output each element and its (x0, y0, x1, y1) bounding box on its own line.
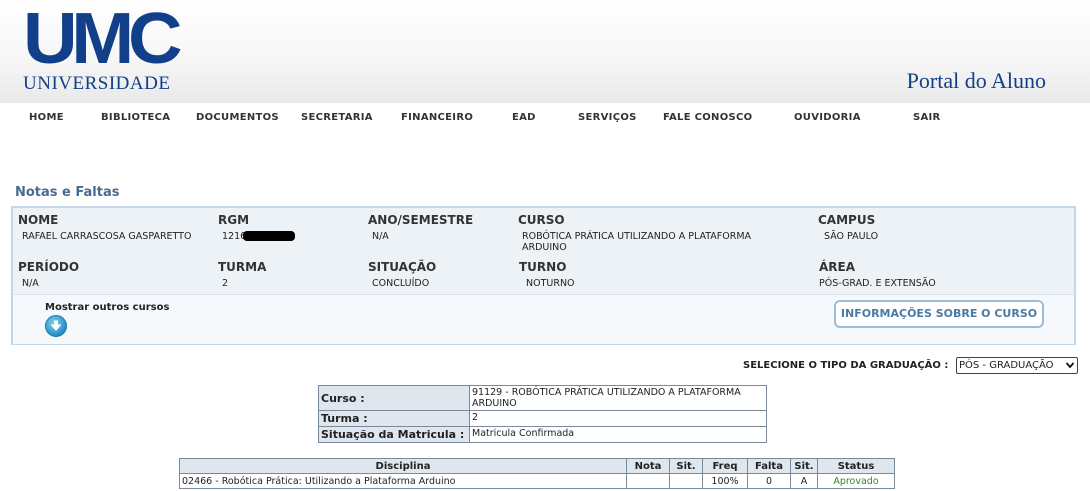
arrow-down-glyph (50, 320, 62, 331)
ano-semestre-value: N/A (372, 231, 389, 242)
curso-cell-label: Curso : (318, 385, 470, 411)
col-sit-2: Sit. (790, 458, 818, 474)
col-freq: Freq (702, 458, 748, 474)
nav-documentos[interactable]: DOCUMENTOS (196, 112, 279, 123)
col-status: Status (817, 458, 895, 474)
area-value: PÓS-GRAD. E EXTENSÃO (819, 278, 936, 289)
cell-status: Aprovado (817, 473, 895, 489)
turno-label: TURNO (519, 260, 567, 274)
nav-ouvidoria[interactable]: OUVIDORIA (794, 112, 861, 123)
cell-sit (669, 473, 703, 489)
course-summary-table: Curso : 91129 - ROBÓTICA PRÁTICA UTILIZA… (318, 385, 767, 443)
periodo-value: N/A (22, 278, 39, 289)
curso-label: CURSO (518, 213, 565, 227)
rgm-redaction (243, 231, 295, 241)
campus-label: CAMPUS (818, 213, 876, 227)
grad-type-select[interactable]: PÓS - GRADUAÇÃO (956, 357, 1078, 374)
col-sit: Sit. (669, 458, 703, 474)
cell-disciplina: 02466 - Robótica Prática: Utilizando a P… (179, 473, 627, 489)
course-actions-bar: Mostrar outros cursos INFORMAÇÕES SOBRE … (13, 294, 1074, 344)
table-row: Turma : 2 (318, 410, 767, 427)
nav-sair[interactable]: SAIR (913, 112, 941, 123)
cell-freq: 100% (702, 473, 748, 489)
nav-ead[interactable]: EAD (512, 112, 536, 123)
main-nav: HOME BIBLIOTECA DOCUMENTOS SECRETARIA FI… (0, 103, 1090, 131)
curso-cell-value: 91129 - ROBÓTICA PRÁTICA UTILIZANDO A PL… (469, 385, 767, 411)
nome-value: RAFAEL CARRASCOSA GASPARETTO (22, 231, 192, 242)
periodo-label: PERÍODO (18, 260, 80, 274)
cell-nota (626, 473, 670, 489)
col-nota: Nota (626, 458, 670, 474)
nav-biblioteca[interactable]: BIBLIOTECA (101, 112, 170, 123)
situacao-label: SITUAÇÃO (368, 260, 437, 274)
nav-servicos[interactable]: SERVIÇOS (578, 112, 637, 123)
course-info-button[interactable]: INFORMAÇÕES SOBRE O CURSO (834, 300, 1044, 328)
grad-type-label: SELECIONE O TIPO DA GRADUAÇÃO : (743, 360, 949, 371)
nav-secretaria[interactable]: SECRETARIA (301, 112, 373, 123)
col-disciplina: Disciplina (179, 458, 627, 474)
nav-fale-conosco[interactable]: FALE CONOSCO (663, 112, 752, 123)
rgm-label: RGM (218, 213, 250, 227)
nav-home[interactable]: HOME (29, 112, 64, 123)
logo-text: UMC (23, 0, 183, 79)
disciplinas-table: Disciplina Nota Sit. Freq Falta Sit. Sta… (179, 458, 895, 489)
situacao-cell-label: Situação da Matricula : (318, 426, 470, 443)
ano-semestre-label: ANO/SEMESTRE (368, 213, 474, 227)
table-header-row: Disciplina Nota Sit. Freq Falta Sit. Sta… (179, 458, 895, 474)
campus-value: SÃO PAULO (824, 231, 879, 242)
situacao-cell-value: Matricula Confirmada (469, 426, 767, 443)
turma-cell-value: 2 (469, 410, 767, 427)
curso-value: ROBÓTICA PRÁTICA UTILIZANDO A PLATAFORMA… (522, 231, 752, 253)
turma-cell-label: Turma : (318, 410, 470, 427)
turma-value: 2 (222, 278, 229, 289)
page-title: Notas e Faltas (15, 185, 120, 200)
site-header: UMC UNIVERSIDADE Portal do Aluno (0, 0, 1090, 103)
turma-label: TURMA (218, 260, 267, 274)
grad-type-value: PÓS - GRADUAÇÃO (959, 360, 1054, 371)
cell-falta: 0 (747, 473, 791, 489)
umc-logo[interactable]: UMC UNIVERSIDADE (23, 3, 183, 95)
col-falta: Falta (747, 458, 791, 474)
arrow-down-icon[interactable] (45, 315, 67, 337)
nav-financeiro[interactable]: FINANCEIRO (401, 112, 473, 123)
cell-sit-2: A (790, 473, 818, 489)
table-row: Curso : 91129 - ROBÓTICA PRÁTICA UTILIZA… (318, 385, 767, 411)
nome-label: NOME (18, 213, 59, 227)
portal-title: Portal do Aluno (906, 68, 1046, 93)
table-row: Situação da Matricula : Matricula Confir… (318, 426, 767, 443)
turno-value: NOTURNO (526, 278, 575, 289)
table-row: 02466 - Robótica Prática: Utilizando a P… (179, 473, 895, 489)
situacao-value: CONCLUÍDO (372, 278, 430, 289)
mostrar-outros-cursos-label: Mostrar outros cursos (45, 302, 170, 313)
area-label: ÁREA (819, 260, 856, 274)
student-info-panel: NOME RAFAEL CARRASCOSA GASPARETTO RGM 12… (11, 206, 1076, 345)
chevron-down-icon (1065, 358, 1075, 377)
